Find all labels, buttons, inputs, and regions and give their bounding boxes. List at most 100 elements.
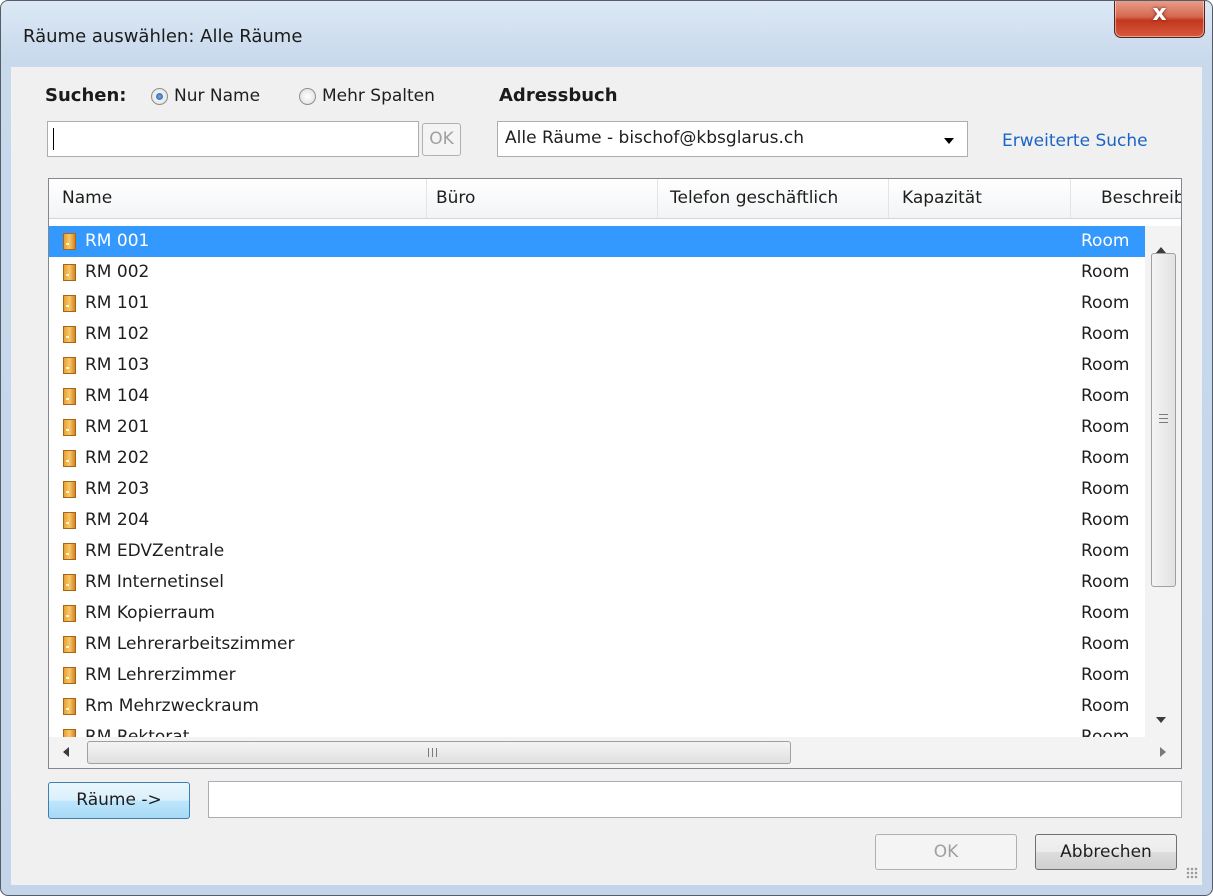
room-icon	[63, 264, 76, 281]
grip-line	[1159, 418, 1168, 419]
scroll-down-icon[interactable]	[1156, 717, 1166, 723]
radio-name-only-label[interactable]: Nur Name	[174, 86, 260, 106]
list-header: Name Büro Telefon geschäftlich Kapazität…	[49, 179, 1181, 219]
room-description: Room	[1081, 603, 1130, 623]
room-icon	[63, 574, 76, 591]
title-bar: Räume auswählen: Alle Räume x	[1, 1, 1212, 67]
room-description: Room	[1081, 231, 1130, 251]
table-row[interactable]: RM 202 Room	[49, 443, 1145, 474]
table-row[interactable]: RM 001 Room	[49, 226, 1145, 257]
room-description: Room	[1081, 541, 1130, 561]
room-name: RM EDVZentrale	[85, 541, 225, 561]
ok-button[interactable]: OK	[875, 834, 1017, 870]
room-icon	[63, 512, 76, 529]
room-description: Room	[1081, 417, 1130, 437]
table-row[interactable]: RM Internetinsel Room	[49, 567, 1145, 598]
table-row[interactable]: RM 002 Room	[49, 257, 1145, 288]
room-description: Room	[1081, 479, 1130, 499]
column-header-capacity[interactable]: Kapazität	[889, 179, 1071, 218]
search-ok-button[interactable]: OK	[422, 123, 461, 156]
room-name: RM Internetinsel	[85, 572, 224, 592]
room-list: Name Büro Telefon geschäftlich Kapazität…	[48, 178, 1182, 769]
table-row[interactable]: RM Lehrerarbeitszimmer Room	[49, 629, 1145, 660]
table-row[interactable]: RM 204 Room	[49, 505, 1145, 536]
column-header-description[interactable]: Beschreib	[1071, 179, 1181, 218]
search-label: Suchen:	[45, 85, 127, 106]
advanced-search-link[interactable]: Erweiterte Suche	[1002, 131, 1148, 151]
grip-line	[1159, 422, 1168, 423]
room-icon	[63, 450, 76, 467]
addressbook-dropdown[interactable]: Alle Räume - bischof@kbsglarus.ch	[497, 121, 968, 157]
room-icon	[63, 295, 76, 312]
column-header-phone[interactable]: Telefon geschäftlich	[658, 179, 889, 218]
table-row[interactable]: RM 201 Room	[49, 412, 1145, 443]
rooms-field[interactable]	[208, 781, 1182, 818]
radio-name-only[interactable]	[151, 88, 168, 105]
addressbook-selected: Alle Räume - bischof@kbsglarus.ch	[505, 128, 804, 148]
grip-line	[436, 748, 437, 757]
room-icon	[63, 481, 76, 498]
room-icon	[63, 698, 76, 715]
search-input[interactable]	[47, 121, 419, 157]
text-caret	[53, 128, 54, 150]
column-header-name[interactable]: Name	[49, 179, 427, 218]
room-icon	[63, 543, 76, 560]
table-row[interactable]: RM 102 Room	[49, 319, 1145, 350]
horizontal-scroll-thumb[interactable]	[87, 741, 791, 764]
table-row[interactable]: Rm Mehrzweckraum Room	[49, 691, 1145, 722]
room-name: Rm Mehrzweckraum	[85, 696, 259, 716]
resize-grip-icon[interactable]	[1186, 867, 1198, 879]
list-rows: RM 001 Room RM 002 Room RM 101 Room RM 102 Room…	[49, 226, 1145, 737]
room-description: Room	[1081, 386, 1130, 406]
room-description: Room	[1081, 634, 1130, 654]
room-description: Room	[1081, 665, 1130, 685]
table-row[interactable]: RM 203 Room	[49, 474, 1145, 505]
close-button[interactable]: x	[1114, 1, 1205, 38]
grip-line	[432, 748, 433, 757]
window-title: Räume auswählen: Alle Räume	[23, 26, 303, 47]
table-row[interactable]: RM Rektorat Room	[49, 722, 1145, 737]
room-picker-window: Räume auswählen: Alle Räume x Suchen: Nu…	[0, 0, 1213, 896]
table-row[interactable]: RM Lehrerzimmer Room	[49, 660, 1145, 691]
table-row[interactable]: RM EDVZentrale Room	[49, 536, 1145, 567]
room-name: RM Lehrerarbeitszimmer	[85, 634, 295, 654]
vertical-scroll-thumb[interactable]	[1151, 253, 1176, 587]
radio-more-columns-label[interactable]: Mehr Spalten	[322, 86, 435, 106]
room-icon	[63, 605, 76, 622]
room-description: Room	[1081, 510, 1130, 530]
table-row[interactable]: RM 101 Room	[49, 288, 1145, 319]
room-description: Room	[1081, 355, 1130, 375]
scroll-right-icon[interactable]	[1160, 747, 1166, 757]
room-icon	[63, 326, 76, 343]
room-name: RM 202	[85, 448, 150, 468]
room-description: Room	[1081, 324, 1130, 344]
room-description: Room	[1081, 262, 1130, 282]
room-name: RM 101	[85, 293, 150, 313]
room-name: RM 102	[85, 324, 150, 344]
rooms-button[interactable]: Räume ->	[48, 782, 190, 819]
dialog-body: Suchen: Nur Name Mehr Spalten Adressbuch…	[11, 67, 1202, 885]
room-name: RM 002	[85, 262, 150, 282]
radio-more-columns[interactable]	[299, 88, 316, 105]
scroll-left-icon[interactable]	[63, 747, 69, 757]
room-name: RM Rektorat	[85, 727, 190, 737]
room-description: Room	[1081, 572, 1130, 592]
room-name: RM 104	[85, 386, 150, 406]
room-description: Room	[1081, 293, 1130, 313]
room-icon	[63, 233, 76, 250]
close-icon: x	[1152, 1, 1167, 26]
column-header-office[interactable]: Büro	[427, 179, 658, 218]
cancel-button[interactable]: Abbrechen	[1035, 834, 1177, 870]
room-icon	[63, 636, 76, 653]
table-row[interactable]: RM Kopierraum Room	[49, 598, 1145, 629]
table-row[interactable]: RM 104 Room	[49, 381, 1145, 412]
room-name: RM 203	[85, 479, 150, 499]
addressbook-label: Adressbuch	[499, 85, 618, 106]
room-icon	[63, 357, 76, 374]
room-icon	[63, 388, 76, 405]
room-name: RM 201	[85, 417, 150, 437]
room-icon	[63, 667, 76, 684]
chevron-down-icon	[944, 138, 954, 144]
room-icon	[63, 419, 76, 436]
table-row[interactable]: RM 103 Room	[49, 350, 1145, 381]
